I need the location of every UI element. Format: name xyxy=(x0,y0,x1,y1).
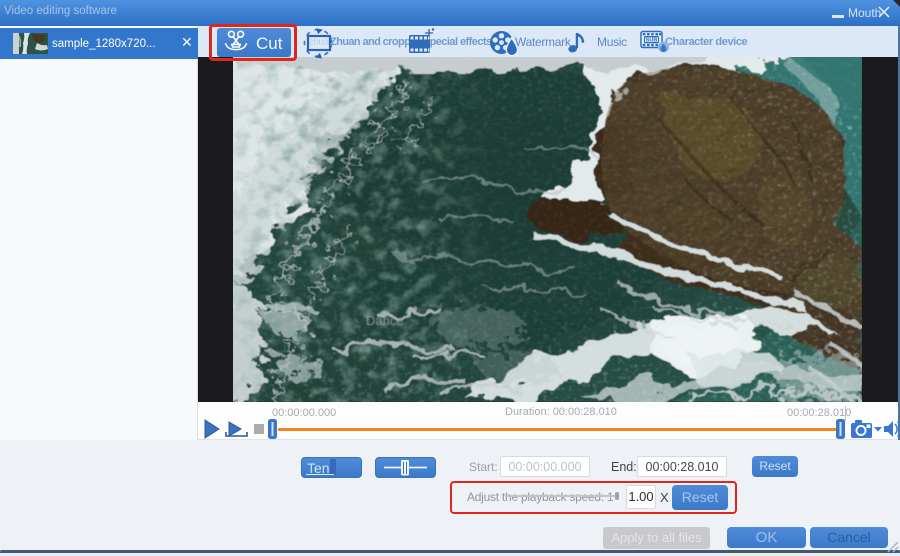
svg-text:Dance: Dance xyxy=(366,313,404,328)
svg-text:SUB: SUB xyxy=(646,38,658,44)
